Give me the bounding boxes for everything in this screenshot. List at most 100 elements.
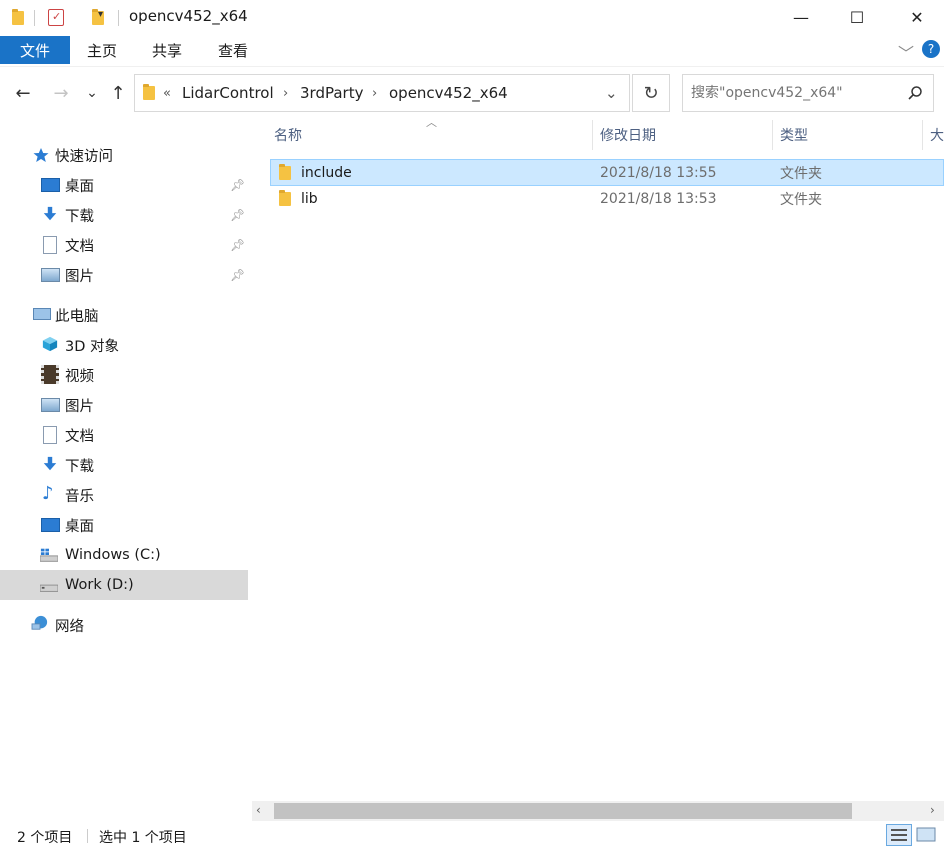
sidebar-item-desktop[interactable]: 桌面 📌︎ (0, 170, 248, 200)
network-icon (31, 615, 48, 630)
sidebar-item-desktop[interactable]: 桌面 (0, 510, 248, 540)
search-icon[interactable] (907, 85, 923, 101)
sidebar-item-label: 文档 (65, 238, 94, 255)
column-divider[interactable] (922, 120, 923, 150)
horizontal-scrollbar[interactable]: ‹ › (252, 801, 944, 821)
large-icons-view-button[interactable] (916, 826, 936, 844)
up-button[interactable]: ↑ (106, 78, 130, 108)
sidebar-item-label: 下载 (65, 208, 94, 225)
breadcrumb-item[interactable]: 3rdParty (300, 75, 363, 111)
chevron-right-icon[interactable]: › (372, 75, 377, 111)
breadcrumb-overflow[interactable]: « (163, 75, 171, 111)
sidebar-item-this-pc[interactable]: 此电脑 (0, 300, 248, 330)
recent-locations-button[interactable]: ⌄ (82, 78, 102, 108)
sidebar-item-documents[interactable]: 文档 📌︎ (0, 230, 248, 260)
pin-icon[interactable]: 📌︎ (230, 178, 245, 192)
pin-icon[interactable]: 📌︎ (230, 208, 245, 222)
file-type: 文件夹 (780, 191, 822, 208)
back-button[interactable]: ← (10, 78, 36, 108)
sidebar-item-label: 下载 (65, 458, 94, 475)
sidebar-item-3d-objects[interactable]: 3D 对象 (0, 330, 248, 360)
tab-home[interactable]: 主页 (74, 36, 130, 64)
chevron-right-icon[interactable]: › (283, 75, 288, 111)
window-title: opencv452_x64 (129, 7, 248, 25)
forward-button[interactable]: → (48, 78, 74, 108)
breadcrumb-current[interactable]: opencv452_x64 (389, 75, 508, 111)
desktop-icon (41, 178, 60, 192)
sidebar-item-pictures[interactable]: 图片 📌︎ (0, 260, 248, 290)
tab-share[interactable]: 共享 (138, 36, 196, 64)
sort-ascending-icon: ︿ (426, 116, 437, 129)
file-name: lib (301, 190, 318, 207)
sidebar-item-label: 视频 (65, 368, 94, 385)
status-separator (87, 829, 88, 843)
title-bar: ✓ ▾ opencv452_x64 — ☐ ✕ (0, 0, 944, 36)
properties-icon[interactable]: ✓ (48, 9, 64, 26)
refresh-button[interactable]: ↻ (632, 74, 670, 112)
ribbon: 文件 主页 共享 查看 ﹀ ? (0, 36, 944, 66)
pin-icon[interactable]: 📌︎ (230, 268, 245, 282)
breadcrumb-item[interactable]: LidarControl (182, 75, 274, 111)
column-header-size[interactable]: 大 (930, 120, 944, 150)
sidebar-item-label: 文档 (65, 428, 94, 445)
network-label: 网络 (55, 618, 84, 635)
table-row[interactable]: lib 2021/8/18 13:53 文件夹 (270, 186, 944, 213)
column-header-type[interactable]: 类型 (780, 120, 808, 150)
folder-icon (279, 186, 291, 211)
desktop-icon (41, 518, 60, 532)
sidebar-item-pictures[interactable]: 图片 (0, 390, 248, 420)
column-divider[interactable] (592, 120, 593, 150)
computer-icon (33, 308, 51, 320)
item-count: 2 个项目 (17, 830, 73, 846)
document-icon (43, 426, 57, 444)
table-row[interactable]: include 2021/8/18 13:55 文件夹 (270, 159, 944, 186)
customize-toolbar-icon[interactable]: ▾ (98, 9, 103, 20)
sidebar-item-drive-c[interactable]: Windows (C:) (0, 540, 248, 570)
sidebar-item-label: Work (D:) (65, 577, 134, 593)
close-button[interactable]: ✕ (894, 0, 940, 34)
toolbar-separator (34, 10, 35, 26)
details-view-icon (891, 829, 907, 841)
sidebar-item-label: 图片 (65, 268, 94, 285)
column-divider[interactable] (772, 120, 773, 150)
column-header-modified[interactable]: 修改日期 (600, 120, 656, 150)
sidebar-item-label: Windows (C:) (65, 547, 161, 563)
file-type: 文件夹 (780, 165, 822, 182)
scrollbar-thumb[interactable] (274, 803, 852, 819)
expand-ribbon-icon[interactable]: ﹀ (898, 40, 914, 64)
pictures-icon (41, 268, 60, 282)
tab-view[interactable]: 查看 (204, 36, 262, 64)
sidebar-item-videos[interactable]: 视频 (0, 360, 248, 390)
3d-objects-icon (42, 336, 58, 352)
scroll-left-button[interactable]: ‹ (256, 803, 261, 817)
file-list: ︿ 名称 修改日期 类型 大 include 2021/8/18 13:55 文… (250, 116, 944, 800)
sidebar-item-downloads[interactable]: 下载 (0, 450, 248, 480)
help-icon[interactable]: ? (922, 40, 940, 58)
tab-file[interactable]: 文件 (0, 36, 70, 64)
column-header-name[interactable]: 名称 (274, 120, 302, 150)
large-icons-view-icon (916, 827, 936, 842)
scroll-right-button[interactable]: › (930, 803, 935, 817)
sidebar-item-drive-d[interactable]: Work (D:) (0, 570, 248, 600)
address-bar[interactable]: « LidarControl › 3rdParty › opencv452_x6… (134, 74, 630, 112)
folder-icon (279, 160, 291, 185)
music-icon: ♪ (42, 483, 54, 504)
details-view-button[interactable] (886, 824, 912, 846)
document-icon (43, 236, 57, 254)
folder-icon (143, 84, 155, 100)
pin-icon[interactable]: 📌︎ (230, 238, 245, 252)
status-bar: 2 个项目 选中 1 个项目 (0, 822, 944, 848)
sidebar-item-documents[interactable]: 文档 (0, 420, 248, 450)
sidebar-item-music[interactable]: ♪ 音乐 (0, 480, 248, 510)
sidebar-item-network[interactable]: 网络 (0, 610, 248, 640)
search-box[interactable] (682, 74, 934, 112)
sidebar-item-downloads[interactable]: 下载 📌︎ (0, 200, 248, 230)
address-dropdown-button[interactable]: ⌄ (605, 75, 618, 111)
sidebar-item-label: 图片 (65, 398, 94, 415)
search-input[interactable] (691, 83, 897, 103)
maximize-button[interactable]: ☐ (834, 0, 880, 34)
video-icon (41, 365, 59, 384)
file-name: include (301, 164, 352, 181)
minimize-button[interactable]: — (778, 0, 824, 34)
quick-access-header[interactable]: 快速访问 (0, 140, 248, 170)
